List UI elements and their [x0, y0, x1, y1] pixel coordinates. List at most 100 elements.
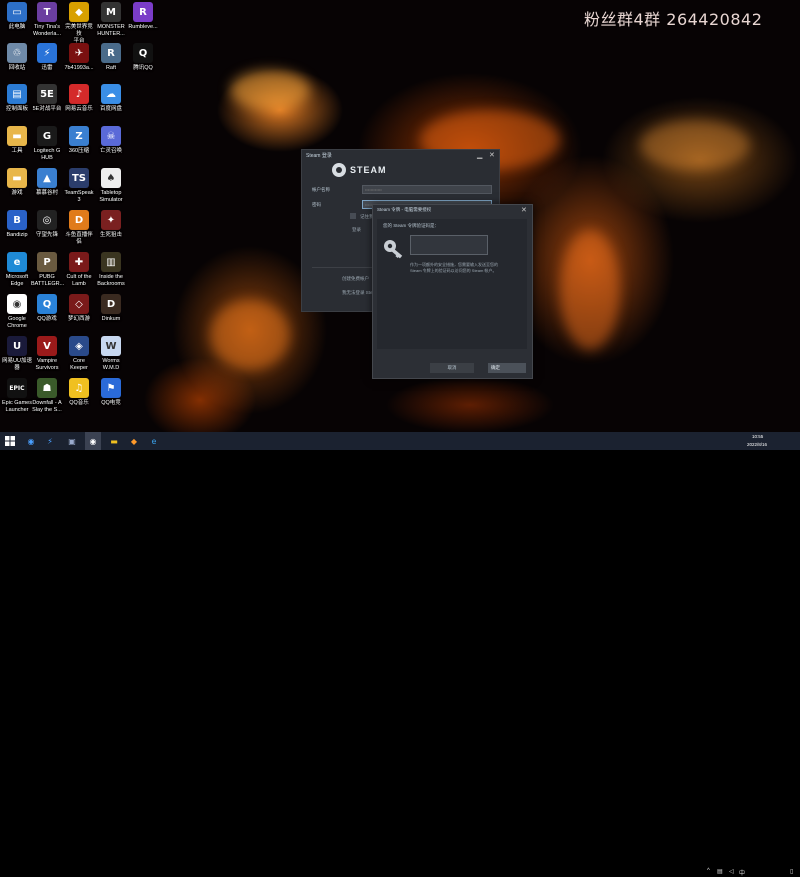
cancel-button[interactable]: 取消: [430, 363, 474, 373]
close-icon[interactable]: ✕: [521, 206, 527, 214]
network-icon[interactable]: ▤: [717, 868, 723, 875]
desktop-shortcut-label: Downfall - A Slay the S...: [32, 400, 62, 413]
desktop-shortcut[interactable]: ☠ 亡灵召唤: [95, 126, 127, 155]
desktop-shortcut[interactable]: T Tiny Tina's Wonderla...: [31, 2, 63, 38]
desktop-shortcut[interactable]: B Bandizip: [1, 210, 33, 239]
desktop-shortcut[interactable]: 5E 5E对战平台: [31, 84, 63, 113]
desktop-shortcut[interactable]: ◇ 梦幻西游: [63, 294, 95, 323]
qq-esports-icon: ⚑: [101, 378, 121, 398]
desktop-shortcut-label: Cult of the Lamb: [66, 274, 92, 287]
desktop-shortcut-label: 百度网盘: [99, 106, 122, 112]
netease-music-icon: ♪: [69, 84, 89, 104]
desktop-shortcut[interactable]: ▬ 游戏: [1, 168, 33, 197]
steam-guard-titlebar[interactable]: Steam 令牌 - 电脑需要授权 ✕: [373, 205, 532, 220]
login-button[interactable]: 登录: [352, 227, 361, 233]
clock-time[interactable]: 10:55: [752, 434, 763, 439]
desktop-shortcut-label: 此电脑: [8, 24, 26, 30]
desktop-shortcut[interactable]: ☗ Downfall - A Slay the S...: [31, 378, 63, 414]
desktop-shortcut-label: 亡灵召唤: [99, 148, 122, 154]
chevron-up-icon[interactable]: ^: [707, 868, 710, 874]
desktop-shortcut[interactable]: ♪ 网易云音乐: [63, 84, 95, 113]
desktop-shortcut[interactable]: Q 腾讯QQ: [127, 43, 159, 72]
desktop-shortcut[interactable]: V Vampire Survivors: [31, 336, 63, 372]
desktop-shortcut[interactable]: R Raft: [95, 43, 127, 72]
computer-icon: ▭: [7, 2, 27, 22]
desktop-shortcut[interactable]: ✚ Cult of the Lamb: [63, 252, 95, 288]
desktop-shortcut[interactable]: ♠ Tabletop Simulator: [95, 168, 127, 204]
desktop-shortcut[interactable]: e Microsoft Edge: [1, 252, 33, 288]
desktop-shortcut[interactable]: TS TeamSpeak 3: [63, 168, 95, 204]
steam-logo-icon: [332, 163, 346, 177]
desktop-shortcut[interactable]: D 斗鱼直播伴侣: [63, 210, 95, 246]
start-button-icon[interactable]: [4, 435, 16, 447]
clock-date[interactable]: 2022/8/16: [747, 442, 767, 447]
steam-guard-dialog[interactable]: Steam 令牌 - 电脑需要授权 ✕ 您的 Steam 令牌验证码是： 作为一…: [372, 204, 533, 379]
baidu-netdisk-icon: ☁: [101, 84, 121, 104]
desktop-shortcut-label: 网易UU加速 器: [2, 358, 32, 371]
bandizip-icon: B: [7, 210, 27, 230]
desktop-shortcut[interactable]: U 网易UU加速 器: [1, 336, 33, 372]
desktop-shortcut[interactable]: Z 360压缩: [63, 126, 95, 155]
desktop-shortcut[interactable]: ☁ 百度网盘: [95, 84, 127, 113]
remember-password-checkbox[interactable]: [350, 213, 356, 219]
desktop-shortcut[interactable]: ⚡ 迅雷: [31, 43, 63, 72]
desktop-shortcut[interactable]: R Rumbleve...: [127, 2, 159, 31]
undead-summon-icon: ☠: [101, 126, 121, 146]
desktop-shortcut[interactable]: ✦ 生死狙击: [95, 210, 127, 239]
desktop-shortcut[interactable]: ◆ 完美世界竞技 平台: [63, 2, 95, 45]
desktop-shortcut[interactable]: G Logitech G HUB: [31, 126, 63, 162]
logitech-ghub-icon: G: [37, 126, 57, 146]
notification-icon[interactable]: ▯: [790, 868, 793, 875]
desktop-shortcut[interactable]: ♫ QQ音乐: [63, 378, 95, 407]
game-taskbar-icon[interactable]: ◆: [128, 435, 140, 447]
ime-indicator[interactable]: 中: [739, 868, 745, 877]
desktop-shortcut[interactable]: ◎ 守望先锋: [31, 210, 63, 239]
steam-taskbar-icon[interactable]: ◉: [25, 435, 37, 447]
xunlei-icon: ⚡: [37, 43, 57, 63]
desktop-shortcut[interactable]: M MONSTER HUNTER...: [95, 2, 127, 38]
wallpaper-flame: [210, 300, 290, 370]
desktop-shortcut-label: 生死狙击: [99, 232, 122, 238]
desktop-shortcut[interactable]: ▲ 慕慕谷村: [31, 168, 63, 197]
desktop-shortcut[interactable]: ▥ Inside the Backrooms: [95, 252, 127, 288]
minimize-icon[interactable]: ▁: [477, 151, 482, 159]
desktop-shortcut[interactable]: ⚑ QQ电竞: [95, 378, 127, 407]
desktop-shortcut[interactable]: ◈ Core Keeper: [63, 336, 95, 372]
desktop-shortcut[interactable]: ◉ Google Chrome: [1, 294, 33, 330]
pubg-icon: P: [37, 252, 57, 272]
desktop-shortcut[interactable]: ▤ 控制面板: [1, 84, 33, 113]
worms-icon: W: [101, 336, 121, 356]
close-icon[interactable]: ✕: [489, 151, 495, 159]
tools-folder-icon: ▬: [7, 126, 27, 146]
task-view-icon[interactable]: ▣: [66, 435, 78, 447]
desktop-shortcut[interactable]: ♲ 回收站: [1, 43, 33, 72]
confirm-button[interactable]: 确定: [488, 363, 526, 373]
password-label: 密码: [312, 202, 321, 207]
teamspeak-icon: TS: [69, 168, 89, 188]
fantasy-westward-icon: ◇: [69, 294, 89, 314]
douyu-icon: D: [69, 210, 89, 230]
desktop-shortcut-label: 完美世界竞技 平台: [65, 24, 93, 44]
desktop-shortcut[interactable]: ✈ 7b41993a...: [63, 43, 95, 72]
edge-icon: e: [7, 252, 27, 272]
xunlei-taskbar-icon[interactable]: ⚡: [44, 435, 56, 447]
desktop-shortcut[interactable]: W Worms W.M.D: [95, 336, 127, 372]
edge-taskbar-icon[interactable]: e: [148, 435, 160, 447]
desktop-shortcut[interactable]: Q QQ游戏: [31, 294, 63, 323]
account-name-field[interactable]: ••••••••••••: [362, 185, 492, 194]
desktop-shortcut[interactable]: P PUBG BATTLEGR...: [31, 252, 64, 288]
volume-icon[interactable]: ◁: [729, 868, 734, 875]
desktop-shortcut[interactable]: ▭ 此电脑: [1, 2, 33, 31]
file-explorer-icon[interactable]: ▬: [108, 435, 120, 447]
guard-code-input[interactable]: [410, 235, 488, 255]
vampire-survivors-icon: V: [37, 336, 57, 356]
steam-active-taskbar-icon[interactable]: ◉: [85, 432, 101, 450]
guard-description: 作为一项额外的安全措施，您需要输入发送至您的 Steam 令牌上的验证码以访问您…: [410, 262, 498, 273]
create-account-link[interactable]: 创建免费帐户: [342, 276, 369, 282]
desktop-shortcut-label: QQ音乐: [69, 400, 89, 406]
dinkum-icon: D: [101, 294, 121, 314]
desktop-shortcut[interactable]: EPIC Epic Games Launcher: [1, 378, 33, 414]
desktop-shortcut[interactable]: ▬ 工具: [1, 126, 33, 155]
desktop-shortcut[interactable]: D Dinkum: [95, 294, 127, 323]
taskbar: ◉ ⚡ ▣ ◉ ▬ ◆ e ^ ▤ ◁ 中 ▯: [0, 432, 800, 877]
